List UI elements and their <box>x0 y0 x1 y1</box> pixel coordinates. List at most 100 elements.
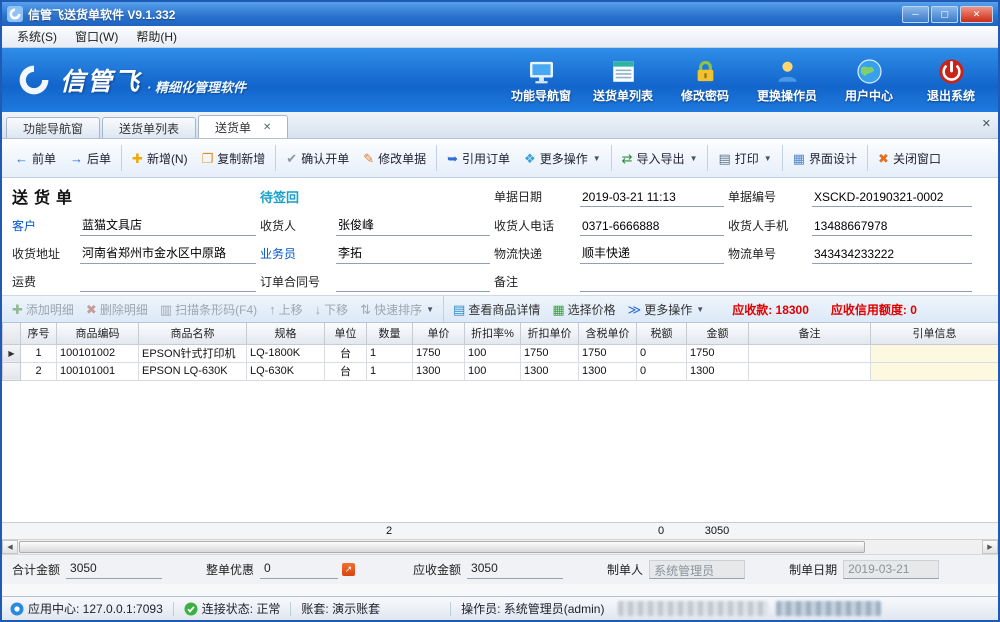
column-header[interactable]: 商品编码 <box>57 323 139 344</box>
tabstrip-close-icon[interactable]: ✕ <box>982 117 991 130</box>
minimize-button[interactable]: ─ <box>902 6 929 23</box>
grid-cell[interactable]: 2 <box>21 362 57 380</box>
mobile-field[interactable]: 13488667978 <box>812 215 972 236</box>
grid-cell[interactable]: 1300 <box>579 362 637 380</box>
grid-cell[interactable]: 100 <box>465 344 521 362</box>
menu-window[interactable]: 窗口(W) <box>66 26 127 47</box>
column-header[interactable]: 数量 <box>367 323 413 344</box>
discount-config-icon[interactable]: ↗ <box>342 563 355 576</box>
grid-cell[interactable]: EPSON LQ-630K <box>139 362 247 380</box>
nav-function-panel[interactable]: 功能导航窗 <box>508 57 574 104</box>
column-header[interactable]: 金额 <box>687 323 749 344</box>
grid-cell[interactable]: 0 <box>637 344 687 362</box>
maximize-button[interactable]: ▢ <box>931 6 958 23</box>
salesman-label[interactable]: 业务员 <box>260 245 332 262</box>
toolbar-button-arrow-left[interactable]: ←前单 <box>8 144 63 173</box>
toolbar-button-confirm[interactable]: ✔确认开单 <box>279 144 356 173</box>
grid-cell[interactable]: 1750 <box>687 344 749 362</box>
toolbar-button-arrow-right[interactable]: →后单 <box>63 144 118 173</box>
table-row[interactable]: ▶1100101002EPSON针式打印机LQ-1800K台1175010017… <box>3 344 999 362</box>
nav-user-center[interactable]: 用户中心 <box>836 57 902 104</box>
doc-no-field[interactable]: XSCKD-20190321-0002 <box>812 186 972 207</box>
column-header[interactable]: 备注 <box>749 323 871 344</box>
menu-help[interactable]: 帮助(H) <box>127 26 186 47</box>
menu-system[interactable]: 系统(S) <box>8 26 66 47</box>
phone-field[interactable]: 0371-6666888 <box>580 215 724 236</box>
toolbar-button-reference[interactable]: ➥引用订单 <box>440 144 517 173</box>
toolbar-button-delete-row[interactable]: ✖删除明细 <box>80 299 154 320</box>
column-header[interactable]: 含税单价 <box>579 323 637 344</box>
grid-cell[interactable] <box>871 362 999 380</box>
table-row[interactable]: 2100101001EPSON LQ-630KLQ-630K台113001001… <box>3 362 999 380</box>
column-header[interactable]: 引单信息 <box>871 323 999 344</box>
express-field[interactable]: 顺丰快递 <box>580 243 724 264</box>
toolbar-button-move-down[interactable]: ↓下移 <box>309 299 355 320</box>
toolbar-button-more-actions[interactable]: ❖更多操作▼ <box>517 144 608 173</box>
scroll-left-icon[interactable]: ◀ <box>2 540 18 554</box>
column-header[interactable]: 折扣率% <box>465 323 521 344</box>
close-button[interactable]: ✕ <box>960 6 993 23</box>
toolbar-button-print[interactable]: ▤打印▼ <box>711 144 778 173</box>
toolbar-button-product-detail[interactable]: ▤查看商品详情 <box>447 299 546 320</box>
scroll-thumb[interactable] <box>19 541 865 553</box>
grid-cell[interactable] <box>749 344 871 362</box>
grid-cell[interactable]: 1750 <box>413 344 465 362</box>
column-header[interactable]: 规格 <box>247 323 325 344</box>
toolbar-button-edit[interactable]: ✎修改单据 <box>356 144 433 173</box>
receivable-amount-field[interactable]: 3050 <box>467 560 563 579</box>
column-header[interactable]: 税额 <box>637 323 687 344</box>
column-header[interactable]: 商品名称 <box>139 323 247 344</box>
contract-field[interactable] <box>336 271 490 292</box>
toolbar-button-new[interactable]: ✚新增(N) <box>125 144 195 173</box>
toolbar-button-move-up[interactable]: ↑上移 <box>263 299 309 320</box>
tab-delivery-order[interactable]: 送货单 ✕ <box>198 115 288 138</box>
customer-field[interactable]: 蓝猫文具店 <box>80 215 256 236</box>
customer-label[interactable]: 客户 <box>12 217 76 234</box>
toolbar-button-close-window[interactable]: ✖关闭窗口 <box>871 144 948 173</box>
grid-cell[interactable]: 1300 <box>521 362 579 380</box>
grid-cell[interactable]: 1300 <box>413 362 465 380</box>
toolbar-button-select-price[interactable]: ▦选择价格 <box>546 299 621 320</box>
nav-change-password[interactable]: 修改密码 <box>672 57 738 104</box>
tab-order-list[interactable]: 送货单列表 <box>102 117 196 138</box>
grid-cell[interactable]: 台 <box>325 362 367 380</box>
grid-cell[interactable]: 0 <box>637 362 687 380</box>
toolbar-button-import-export[interactable]: ⇄导入导出▼ <box>615 144 705 173</box>
nav-exit-system[interactable]: 退出系统 <box>918 57 984 104</box>
consignee-field[interactable]: 张俊峰 <box>336 215 490 236</box>
grid-cell[interactable]: 1750 <box>521 344 579 362</box>
grid-cell[interactable]: 台 <box>325 344 367 362</box>
grid-cell[interactable]: 1 <box>21 344 57 362</box>
freight-field[interactable] <box>80 271 256 292</box>
grid-cell[interactable]: LQ-1800K <box>247 344 325 362</box>
grid-cell[interactable]: 100101001 <box>57 362 139 380</box>
scroll-right-icon[interactable]: ▶ <box>982 540 998 554</box>
horizontal-scrollbar[interactable]: ◀ ▶ <box>2 539 998 554</box>
remark-field[interactable] <box>580 271 972 292</box>
grid-cell[interactable] <box>749 362 871 380</box>
tracking-field[interactable]: 343434233222 <box>812 243 972 264</box>
column-header[interactable]: 序号 <box>21 323 57 344</box>
grid-cell[interactable]: EPSON针式打印机 <box>139 344 247 362</box>
grid-cell[interactable]: 100101002 <box>57 344 139 362</box>
toolbar-button-barcode[interactable]: ▥扫描条形码(F4) <box>154 299 263 320</box>
toolbar-button-copy[interactable]: ❐复制新增 <box>195 144 273 173</box>
tab-function-panel[interactable]: 功能导航窗 <box>6 117 100 138</box>
toolbar-button-more-actions[interactable]: ≫更多操作▼ <box>622 299 711 320</box>
toolbar-button-add-row[interactable]: ✚添加明细 <box>6 299 80 320</box>
tab-close-icon[interactable]: ✕ <box>263 122 271 133</box>
doc-date-field[interactable]: 2019-03-21 11:13 <box>580 186 724 207</box>
column-header[interactable]: 单位 <box>325 323 367 344</box>
address-field[interactable]: 河南省郑州市金水区中原路 <box>80 243 256 264</box>
grid-cell[interactable]: 1300 <box>687 362 749 380</box>
grid-cell[interactable]: 1 <box>367 344 413 362</box>
nav-order-list[interactable]: 送货单列表 <box>590 57 656 104</box>
column-header[interactable]: 折扣单价 <box>521 323 579 344</box>
grid-cell[interactable] <box>871 344 999 362</box>
total-amount-field[interactable]: 3050 <box>66 560 162 579</box>
column-header[interactable]: 单价 <box>413 323 465 344</box>
grid-cell[interactable]: LQ-630K <box>247 362 325 380</box>
grid-cell[interactable]: 1750 <box>579 344 637 362</box>
toolbar-button-design[interactable]: ▦界面设计 <box>786 144 864 173</box>
nav-switch-operator[interactable]: 更换操作员 <box>754 57 820 104</box>
